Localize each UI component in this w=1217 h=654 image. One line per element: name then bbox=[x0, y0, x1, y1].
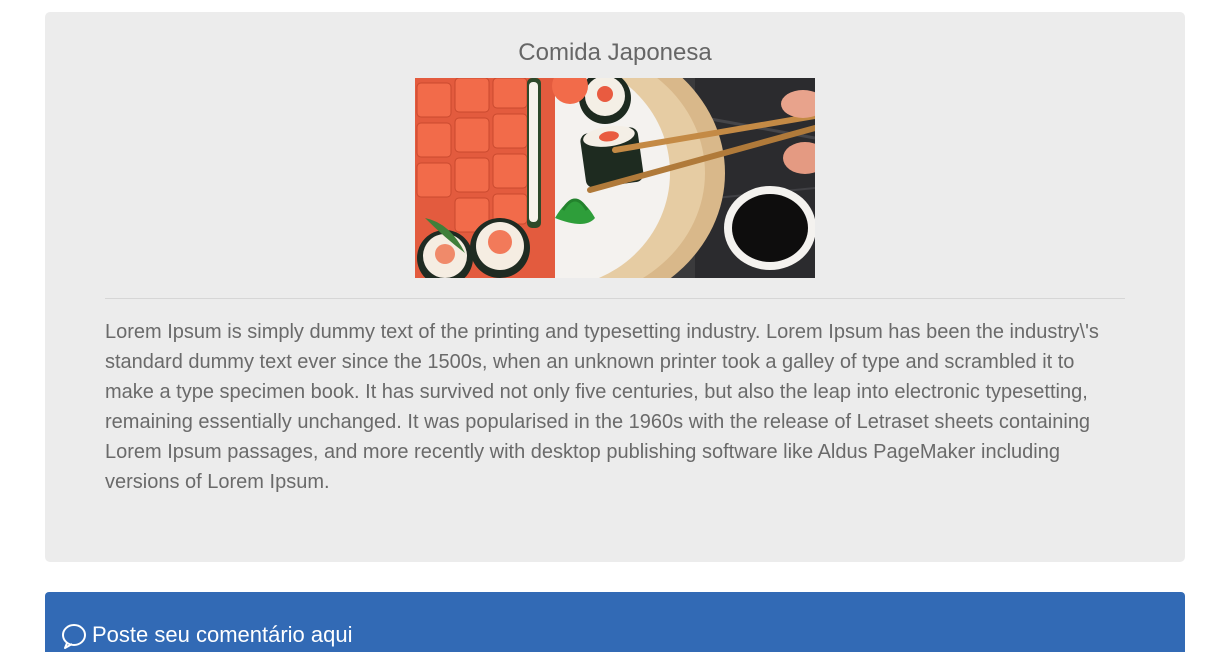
post-title: Comida Japonesa bbox=[518, 39, 712, 66]
comment-section-label: Poste seu comentário aqui bbox=[92, 622, 353, 647]
post-body: Lorem Ipsum is simply dummy text of the … bbox=[105, 321, 1099, 493]
comment-icon bbox=[61, 623, 87, 649]
post-card: Comida Japonesa Lorem Ipsum is simply du… bbox=[45, 12, 1185, 562]
divider bbox=[105, 298, 1125, 299]
comment-section-header[interactable]: Poste seu comentário aqui bbox=[45, 592, 1185, 652]
post-image bbox=[415, 78, 815, 278]
